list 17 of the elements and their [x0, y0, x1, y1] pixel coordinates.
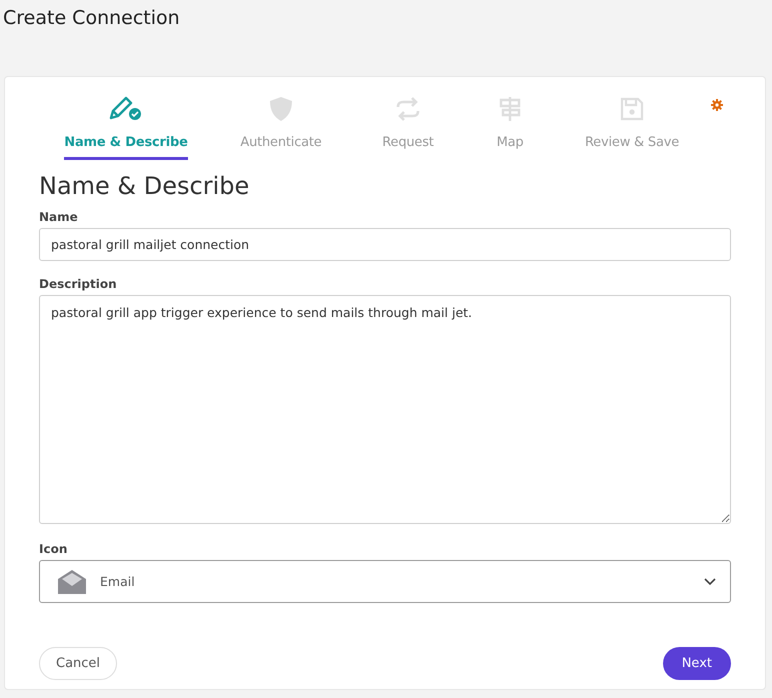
- icon-dropdown[interactable]: Email: [39, 560, 731, 603]
- chevron-down-icon: [704, 578, 716, 586]
- description-label: Description: [39, 277, 118, 291]
- name-field[interactable]: pastoral grill mailjet connection: [39, 228, 731, 261]
- next-button[interactable]: Next: [662, 647, 731, 680]
- swap-arrows-icon: [395, 96, 421, 122]
- envelope-icon: [58, 568, 86, 594]
- shield-icon: [268, 95, 294, 123]
- icon-label: Icon: [39, 542, 68, 556]
- description-field[interactable]: pastoral grill app trigger experience to send mails through mail jet.: [39, 295, 731, 524]
- signpost-icon: [497, 95, 523, 123]
- section-heading: Name & Describe: [39, 172, 250, 200]
- cancel-button[interactable]: Cancel: [39, 647, 118, 680]
- page-title: Create Connection: [2, 6, 180, 29]
- settings-icon[interactable]: [711, 99, 723, 111]
- save-icon: [619, 96, 645, 122]
- name-label: Name: [39, 210, 79, 224]
